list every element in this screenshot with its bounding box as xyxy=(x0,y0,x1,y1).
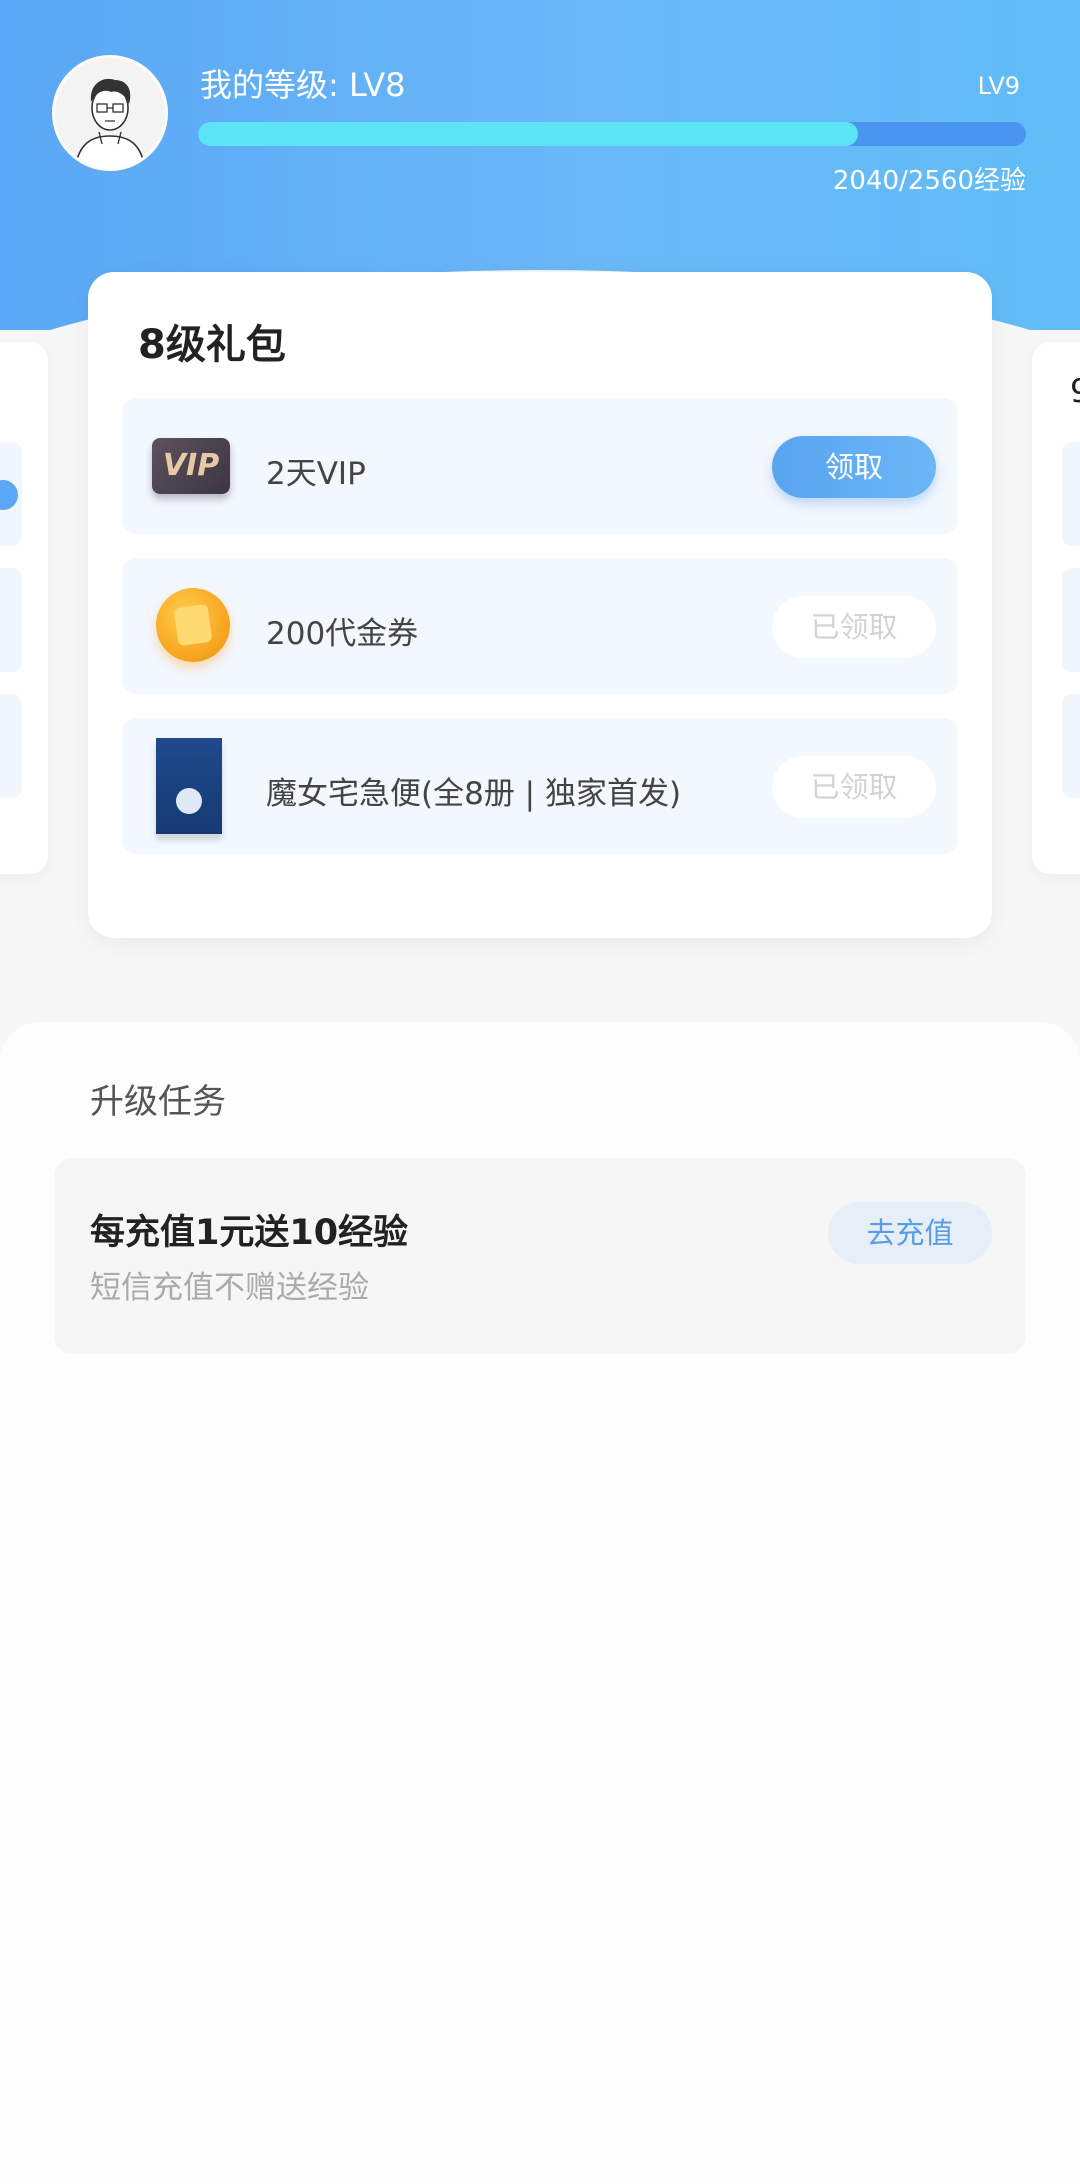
next-card-row xyxy=(1062,568,1080,672)
book-cover-icon xyxy=(156,738,222,834)
exp-progress-bar xyxy=(198,122,1026,146)
vip-badge-text: VIP xyxy=(162,448,220,483)
current-level-label: 我的等级: LV8 xyxy=(200,66,406,104)
next-card-row xyxy=(1062,694,1080,798)
task-title: 每充值1元送10经验 xyxy=(90,1213,409,1253)
tasks-heading: 升级任务 xyxy=(90,1082,226,1122)
vip-badge-icon: VIP xyxy=(152,438,230,494)
gift-item-vip: VIP 2天VIP 领取 xyxy=(122,398,958,534)
prev-card-row xyxy=(0,694,22,798)
coin-icon xyxy=(156,588,230,662)
task-subtitle: 短信充值不赠送经验 xyxy=(90,1270,369,1306)
claimed-button[interactable]: 已领取 xyxy=(772,596,936,658)
recharge-button[interactable]: 去充值 xyxy=(828,1202,992,1264)
prev-card-button xyxy=(0,480,18,510)
gift-title: 8级礼包 xyxy=(138,322,286,368)
gift-item-coupon: 200代金券 已领取 xyxy=(122,558,958,694)
gift-item-name: 200代金券 xyxy=(266,616,419,652)
avatar[interactable] xyxy=(52,55,168,171)
upgrade-tasks-panel: 升级任务 每充值1元送10经验 短信充值不赠送经验 去充值 xyxy=(0,1022,1080,2184)
gift-item-book: 魔女宅急便(全8册 | 独家首发) 已领取 xyxy=(122,718,958,854)
exp-progress-fill xyxy=(198,122,858,146)
next-level-card[interactable]: 9 xyxy=(1032,342,1080,874)
gift-item-name: 魔女宅急便(全8册 | 独家首发) xyxy=(266,776,682,812)
next-card-title: 9 xyxy=(1070,372,1080,410)
prev-card-row xyxy=(0,568,22,672)
gift-package-card: 8级礼包 VIP 2天VIP 领取 200代金券 已领取 魔女宅急便(全8册 |… xyxy=(88,272,992,938)
next-level-label: LV9 xyxy=(977,72,1020,100)
exp-text: 2040/2560经验 xyxy=(832,166,1026,196)
claim-button[interactable]: 领取 xyxy=(772,436,936,498)
prev-card-row xyxy=(0,442,22,546)
claimed-button[interactable]: 已领取 xyxy=(772,756,936,818)
gift-item-name: 2天VIP xyxy=(266,456,366,492)
prev-level-card[interactable] xyxy=(0,342,48,874)
task-item: 每充值1元送10经验 短信充值不赠送经验 去充值 xyxy=(54,1158,1026,1354)
next-card-row xyxy=(1062,442,1080,546)
